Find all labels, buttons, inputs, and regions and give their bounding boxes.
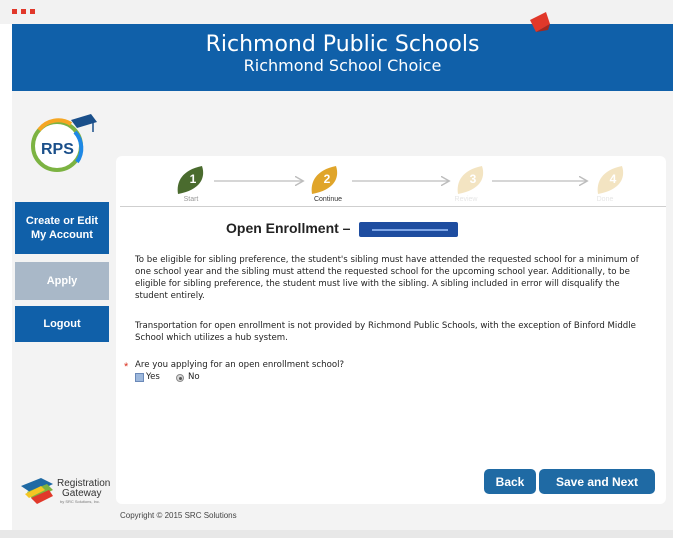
- left-margin: [0, 91, 12, 538]
- logout-button[interactable]: Logout: [15, 306, 109, 342]
- account-button-label: Create or Edit My Account: [25, 215, 99, 241]
- svg-text:1: 1: [190, 172, 197, 186]
- redacted-line: [372, 229, 448, 231]
- step-label-continue: Continue: [314, 196, 342, 203]
- sibling-preference-text: To be eligible for sibling preference, t…: [135, 255, 639, 301]
- svg-text:2: 2: [324, 172, 331, 186]
- gateway-text-2: Gateway: [62, 488, 102, 499]
- gateway-subtext: by SRC Solutions, Inc.: [60, 499, 101, 504]
- no-label[interactable]: No: [188, 372, 200, 382]
- back-button[interactable]: Back: [484, 469, 536, 494]
- section-title: Open Enrollment –: [226, 220, 351, 236]
- progress-steps: 1 2 3 4 Start Continue Review Done: [177, 166, 624, 203]
- header-title: Richmond Public Schools: [205, 32, 480, 57]
- step-label-done: Done: [597, 196, 614, 203]
- enrollment-question: Are you applying for an open enrollment …: [135, 360, 345, 370]
- step-label-start: Start: [184, 196, 199, 203]
- step-2-icon: 2: [311, 166, 338, 194]
- apply-button[interactable]: Apply: [15, 262, 109, 300]
- copyright-text: Copyright © 2015 SRC Solutions: [120, 511, 237, 520]
- rps-logo: RPS: [31, 114, 97, 172]
- yes-label[interactable]: Yes: [146, 372, 160, 382]
- header-subtitle: Richmond School Choice: [243, 56, 442, 75]
- yes-radio[interactable]: [135, 373, 144, 382]
- progress-divider: [120, 206, 666, 207]
- corner-flag-icon: [530, 12, 550, 32]
- step-3-icon: 3: [457, 166, 484, 194]
- step-label-review: Review: [455, 196, 479, 203]
- svg-text:3: 3: [470, 172, 477, 186]
- transportation-text: Transportation for open enrollment is no…: [135, 321, 636, 343]
- save-and-next-button[interactable]: Save and Next: [539, 469, 655, 494]
- page-header: Richmond Public Schools Richmond School …: [12, 12, 673, 91]
- browser-top-strip: [0, 0, 673, 24]
- step-4-icon: 4: [597, 166, 624, 194]
- step-1-icon: 1: [177, 166, 204, 194]
- svg-text:4: 4: [610, 172, 617, 186]
- required-marker: *: [124, 361, 129, 373]
- no-radio[interactable]: [176, 374, 184, 382]
- bottom-edge: [0, 530, 673, 538]
- window-dots: [12, 9, 35, 14]
- create-edit-account-button[interactable]: Create or Edit My Account: [15, 202, 109, 254]
- logo-text: RPS: [41, 141, 74, 158]
